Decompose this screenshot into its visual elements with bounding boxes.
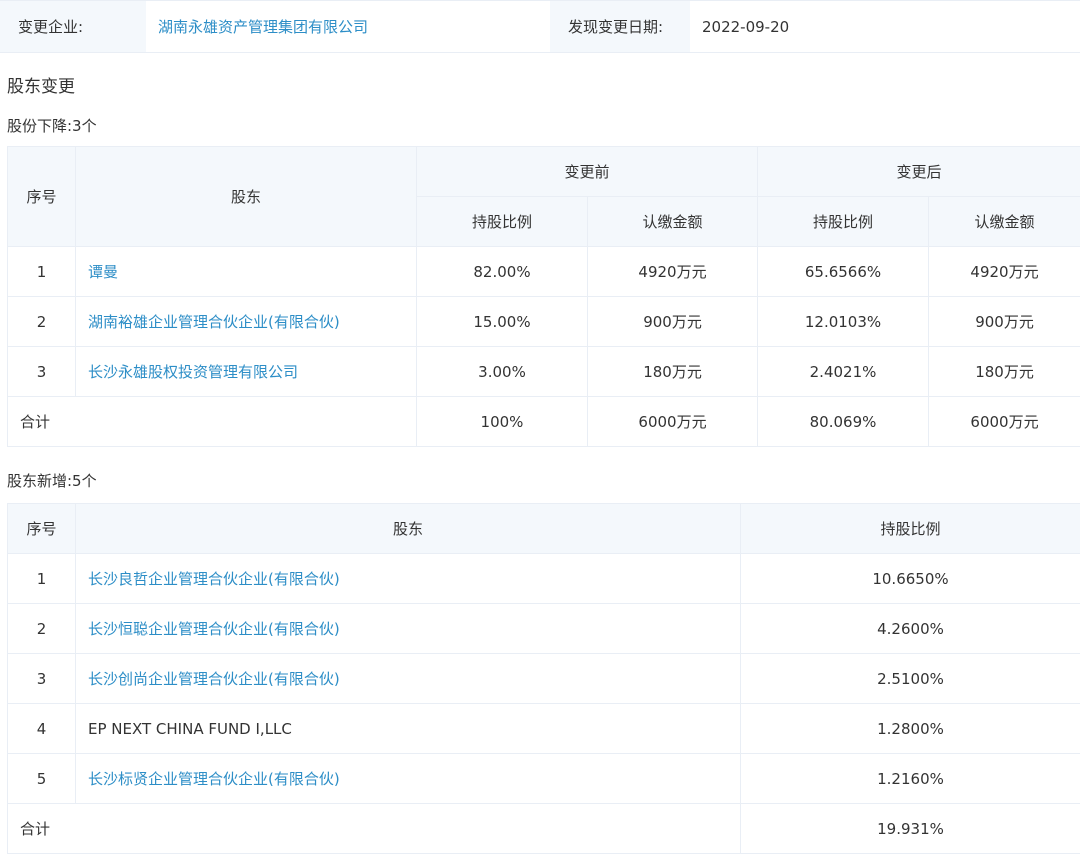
company-label: 变更企业: [0, 1, 146, 52]
after-ratio: 2.4021% [757, 346, 930, 397]
shareholder-name: EP NEXT CHINA FUND I,LLC [75, 703, 741, 754]
added-table: 序号 股东 持股比例 1 长沙良哲企业管理合伙企业(有限合伙) 10.6650%… [7, 503, 1080, 854]
total-before-ratio: 100% [416, 396, 588, 447]
company-name-link[interactable]: 湖南永雄资产管理集团有限公司 [158, 16, 368, 37]
table-row: 3 长沙创尚企业管理合伙企业(有限合伙) 2.5100% [7, 653, 1080, 704]
shareholder-link[interactable]: 长沙良哲企业管理合伙企业(有限合伙) [88, 570, 340, 588]
total-after-amount: 6000万元 [928, 396, 1080, 447]
table-row: 3 长沙永雄股权投资管理有限公司 3.00% 180万元 2.4021% 180… [7, 346, 1080, 397]
total-label: 合计 [7, 803, 741, 854]
shareholder-link[interactable]: 长沙永雄股权投资管理有限公司 [88, 363, 298, 381]
row-index: 1 [7, 246, 76, 297]
header-shareholder: 股东 [75, 503, 741, 554]
header-before-ratio: 持股比例 [416, 196, 588, 247]
row-index: 3 [7, 653, 76, 704]
after-ratio: 12.0103% [757, 296, 930, 347]
change-date-label: 发现变更日期: [550, 1, 690, 52]
total-after-ratio: 80.069% [757, 396, 930, 447]
added-title: 股东新增:5个 [7, 472, 97, 490]
shareholder-link[interactable]: 湖南裕雄企业管理合伙企业(有限合伙) [88, 313, 340, 331]
ratio: 4.2600% [740, 603, 1080, 654]
header-shareholder: 股东 [75, 146, 417, 247]
shareholder-link[interactable]: 长沙恒聪企业管理合伙企业(有限合伙) [88, 620, 340, 638]
change-info-bar: 变更企业: 湖南永雄资产管理集团有限公司 发现变更日期: 2022-09-20 [0, 0, 1080, 53]
change-date-value: 2022-09-20 [690, 1, 1080, 52]
before-amount: 900万元 [586, 296, 759, 347]
ratio: 1.2800% [740, 703, 1080, 754]
total-row: 合计 19.931% [7, 803, 1080, 854]
header-index: 序号 [7, 503, 76, 554]
row-index: 1 [7, 553, 76, 604]
total-ratio: 19.931% [740, 803, 1080, 854]
after-amount: 4920万元 [928, 246, 1080, 297]
before-ratio: 15.00% [416, 296, 588, 347]
header-after-amount: 认缴金额 [928, 196, 1080, 247]
ratio: 1.2160% [740, 753, 1080, 804]
shareholder-link[interactable]: 长沙标贤企业管理合伙企业(有限合伙) [88, 770, 340, 788]
table-row: 4 EP NEXT CHINA FUND I,LLC 1.2800% [7, 703, 1080, 754]
header-index: 序号 [7, 146, 76, 247]
header-after: 变更后 [757, 146, 1080, 197]
table-row: 1 长沙良哲企业管理合伙企业(有限合伙) 10.6650% [7, 553, 1080, 604]
ratio: 2.5100% [740, 653, 1080, 704]
before-ratio: 82.00% [416, 246, 588, 297]
row-index: 3 [7, 346, 76, 397]
header-after-ratio: 持股比例 [757, 196, 930, 247]
total-row: 合计 100% 6000万元 80.069% 6000万元 [7, 396, 1080, 447]
decrease-title: 股份下降:3个 [7, 117, 97, 135]
header-before: 变更前 [415, 146, 759, 197]
table-row: 2 长沙恒聪企业管理合伙企业(有限合伙) 4.2600% [7, 603, 1080, 654]
total-before-amount: 6000万元 [586, 396, 759, 447]
shareholder-link[interactable]: 谭曼 [88, 263, 118, 281]
after-ratio: 65.6566% [757, 246, 930, 297]
table-row: 5 长沙标贤企业管理合伙企业(有限合伙) 1.2160% [7, 753, 1080, 804]
before-amount: 180万元 [586, 346, 759, 397]
row-index: 2 [7, 603, 76, 654]
header-before-amount: 认缴金额 [586, 196, 759, 247]
company-name-cell: 湖南永雄资产管理集团有限公司 [146, 1, 550, 52]
row-index: 2 [7, 296, 76, 347]
shareholder-link[interactable]: 长沙创尚企业管理合伙企业(有限合伙) [88, 670, 340, 688]
before-ratio: 3.00% [416, 346, 588, 397]
after-amount: 180万元 [928, 346, 1080, 397]
table-row: 2 湖南裕雄企业管理合伙企业(有限合伙) 15.00% 900万元 12.010… [7, 296, 1080, 347]
after-amount: 900万元 [928, 296, 1080, 347]
ratio: 10.6650% [740, 553, 1080, 604]
row-index: 5 [7, 753, 76, 804]
row-index: 4 [7, 703, 76, 754]
table-row: 1 谭曼 82.00% 4920万元 65.6566% 4920万元 [7, 246, 1080, 297]
decrease-table: 序号 股东 变更前 变更后 持股比例 认缴金额 持股比例 认缴金额 1 谭曼 8… [7, 146, 1080, 447]
total-label: 合计 [7, 396, 417, 447]
before-amount: 4920万元 [586, 246, 759, 297]
header-ratio: 持股比例 [740, 503, 1080, 554]
section-title: 股东变更 [7, 77, 75, 97]
